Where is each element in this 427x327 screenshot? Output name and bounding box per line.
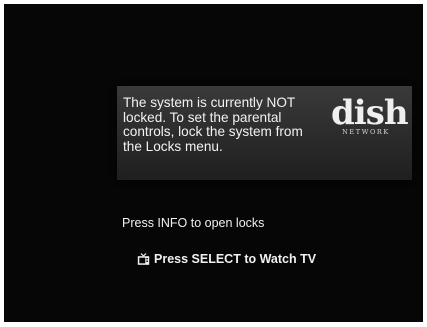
- select-watch-tv-prompt[interactable]: Press SELECT to Watch TV: [137, 252, 316, 266]
- lock-status-message: The system is currently NOT locked. To s…: [123, 95, 333, 154]
- tv-icon: [137, 252, 150, 265]
- message-line-2: locked. To set the parental: [123, 109, 282, 125]
- message-line-1: The system is currently NOT: [123, 95, 296, 110]
- message-line-4: the Locks menu.: [123, 138, 223, 154]
- lock-status-panel: The system is currently NOT locked. To s…: [117, 86, 412, 180]
- logo-wordmark: dish: [331, 93, 409, 133]
- info-prompt: Press INFO to open locks: [122, 216, 265, 230]
- select-prompt-label: Press SELECT to Watch TV: [154, 252, 317, 266]
- message-line-3: controls, lock the system from: [123, 124, 303, 139]
- dish-network-logo: dish NETWORK: [331, 93, 409, 144]
- tv-screen: The system is currently NOT locked. To s…: [4, 4, 423, 322]
